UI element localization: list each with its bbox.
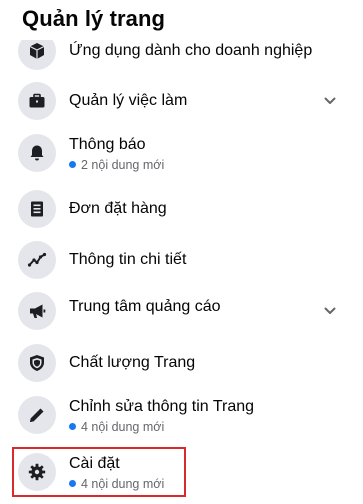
unread-dot-icon: [69, 423, 76, 430]
menu-item-label: Đơn đặt hàng: [69, 200, 167, 217]
menu-item-label: Thông tin chi tiết: [69, 251, 187, 268]
new-items-count: 4 nội dung mới: [69, 477, 164, 491]
menu-item-orders[interactable]: Đơn đặt hàng: [0, 184, 363, 234]
page-title: Quản lý trang: [22, 6, 172, 32]
menu-item-edit-page-info[interactable]: Chỉnh sửa thông tin Trang 4 nội dung mới: [0, 390, 363, 440]
new-items-count: 2 nội dung mới: [69, 158, 164, 172]
menu-item-label: Trung tâm quảng cáo: [69, 298, 221, 315]
menu-item-settings[interactable]: Cài đặt 4 nội dung mới: [0, 447, 363, 497]
menu-item-insights[interactable]: Thông tin chi tiết: [0, 235, 363, 285]
unread-dot-icon: [69, 480, 76, 487]
menu-item-notifications[interactable]: Thông báo 2 nội dung mới: [0, 128, 363, 178]
new-items-count: 4 nội dung mới: [69, 420, 164, 434]
menu-item-label: Ứng dụng dành cho doanh nghiệp: [69, 42, 313, 59]
orders-icon: [18, 190, 56, 228]
pencil-icon: [18, 396, 56, 434]
megaphone-icon: [18, 292, 56, 330]
unread-dot-icon: [69, 161, 76, 168]
menu-item-label: Thông báo: [69, 136, 146, 153]
menu-item-label: Quản lý việc làm: [69, 92, 188, 109]
menu-item-label: Cài đặt: [69, 455, 120, 472]
chevron-down-icon[interactable]: [323, 304, 337, 318]
menu-item-ad-center[interactable]: Trung tâm quảng cáo: [0, 286, 363, 336]
menu-item-label: Chất lượng Trang: [69, 354, 196, 371]
insights-icon: [18, 241, 56, 279]
chevron-down-icon[interactable]: [323, 94, 337, 108]
bell-icon: [18, 134, 56, 172]
menu-item-page-quality[interactable]: Chất lượng Trang: [0, 338, 363, 388]
manage-page-panel: Ứng dụng dành cho doanh nghiệp Quản lý v…: [0, 0, 363, 504]
briefcase-icon: [18, 82, 56, 120]
menu-item-label: Chỉnh sửa thông tin Trang: [69, 398, 255, 415]
gear-icon: [18, 453, 56, 491]
shield-icon: [18, 344, 56, 382]
menu-item-job-management[interactable]: Quản lý việc làm: [0, 78, 363, 128]
